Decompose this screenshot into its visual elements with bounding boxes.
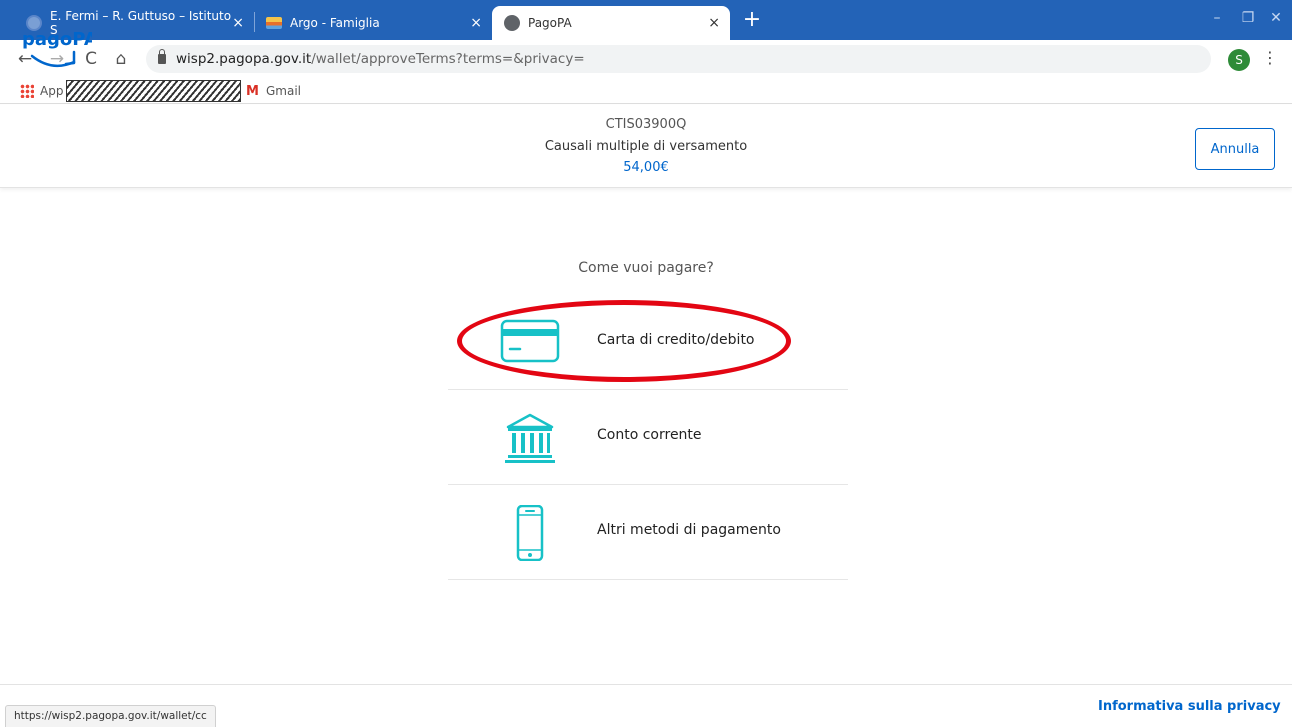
window-close-icon[interactable]: ✕ bbox=[1266, 8, 1286, 28]
creditor-code: CTIS03900Q bbox=[605, 117, 687, 132]
argo-favicon-icon bbox=[266, 17, 282, 29]
browser-menu-icon[interactable]: ⋮ bbox=[1262, 48, 1278, 67]
method-other[interactable]: Altri metodi di pagamento bbox=[448, 485, 848, 580]
tab-title: PagoPA bbox=[528, 16, 572, 30]
pagopa-logo: pagoPA bbox=[22, 29, 92, 68]
restore-icon[interactable]: ❐ bbox=[1238, 8, 1258, 28]
profile-avatar[interactable]: S bbox=[1228, 49, 1250, 71]
redacted-bookmarks bbox=[66, 80, 241, 102]
method-label: Altri metodi di pagamento bbox=[597, 522, 781, 538]
method-credit-card[interactable]: Carta di credito/debito bbox=[448, 295, 848, 390]
payment-amount: 54,00€ bbox=[623, 160, 669, 175]
payment-description: Causali multiple di versamento bbox=[544, 139, 748, 154]
tab-close-icon[interactable]: × bbox=[232, 15, 244, 31]
tab-pagopa-active[interactable]: PagoPA × bbox=[492, 6, 730, 40]
status-bar-url: https://wisp2.pagopa.gov.it/wallet/cc bbox=[5, 705, 216, 727]
url-text: wisp2.pagopa.gov.it/wallet/approveTerms?… bbox=[176, 51, 585, 67]
minimize-icon[interactable]: – bbox=[1207, 8, 1227, 28]
tab-close-icon[interactable]: × bbox=[708, 15, 720, 31]
method-label: Conto corrente bbox=[597, 427, 702, 443]
payment-question: Come vuoi pagare? bbox=[578, 260, 714, 276]
lock-icon bbox=[158, 49, 166, 64]
cancel-button[interactable]: Annulla bbox=[1195, 128, 1275, 170]
tab-argo-famiglia[interactable]: Argo - Famiglia × bbox=[254, 6, 492, 40]
footer-divider bbox=[0, 684, 1292, 685]
globe-icon bbox=[504, 15, 520, 31]
bank-icon bbox=[505, 413, 555, 463]
apps-grid-icon[interactable] bbox=[20, 84, 34, 98]
privacy-link[interactable]: Informativa sulla privacy bbox=[1098, 699, 1281, 714]
browser-tab-bar: E. Fermi – R. Guttuso – Istituto S × Arg… bbox=[0, 0, 1292, 40]
credit-card-icon bbox=[500, 319, 560, 363]
tab-close-icon[interactable]: × bbox=[470, 15, 482, 31]
svg-text:pagoPA: pagoPA bbox=[22, 29, 92, 50]
method-label: Carta di credito/debito bbox=[597, 332, 755, 348]
method-bank-account[interactable]: Conto corrente bbox=[448, 390, 848, 485]
new-tab-button[interactable]: + bbox=[740, 8, 764, 32]
tab-title: Argo - Famiglia bbox=[290, 16, 380, 30]
address-toolbar: ← → C ⌂ wisp2.pagopa.gov.it/wallet/appro… bbox=[0, 40, 1292, 78]
url-input[interactable]: wisp2.pagopa.gov.it/wallet/approveTerms?… bbox=[146, 45, 1211, 73]
bookmark-apps[interactable]: App bbox=[40, 84, 63, 98]
bookmark-gmail[interactable]: Gmail bbox=[266, 84, 301, 98]
gmail-icon[interactable]: M bbox=[246, 84, 259, 99]
smartphone-icon bbox=[516, 505, 544, 561]
home-icon[interactable]: ⌂ bbox=[110, 48, 132, 70]
